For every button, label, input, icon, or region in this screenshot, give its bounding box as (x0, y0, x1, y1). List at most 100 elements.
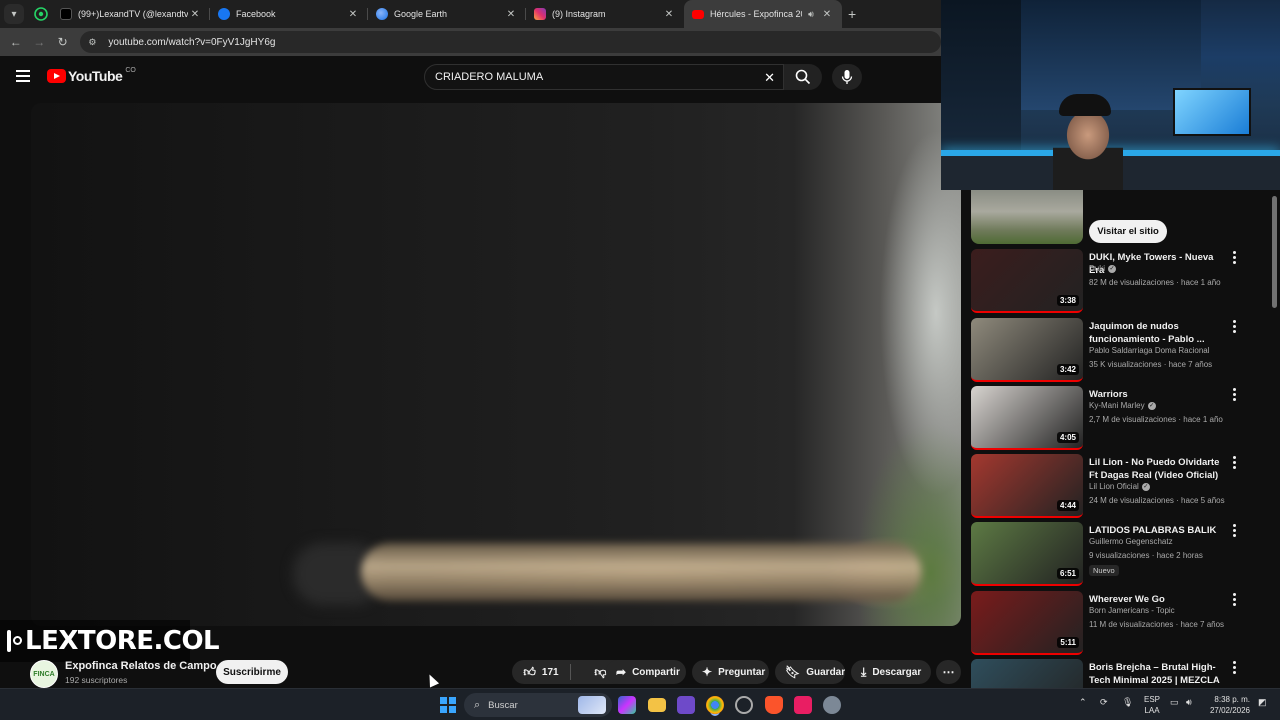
new-badge-wrap: Nuevo (1089, 565, 1119, 576)
video-channel[interactable]: Ky-Mani Marley ✓ (1089, 401, 1156, 410)
channel-avatar[interactable]: FINCA (30, 660, 58, 688)
recommended-video-card[interactable]: 4:05 Warriors Ky-Mani Marley ✓ 2,7 M de visu… (971, 386, 1261, 450)
channel-name[interactable]: Expofinca Relatos de Campo (65, 660, 217, 672)
video-title[interactable]: Jaquimon de nudos funcionamiento - Pablo… (1089, 320, 1223, 346)
share-button[interactable]: ➦ Compartir (606, 660, 686, 684)
back-arrow-icon[interactable]: ← (4, 35, 27, 49)
twitch-studio-icon[interactable] (677, 696, 695, 714)
taskbar-search-placeholder: Buscar (488, 699, 518, 711)
ask-button[interactable]: ✦ Preguntar (692, 660, 769, 684)
search-button[interactable] (784, 64, 822, 90)
sync-icon[interactable]: ⟳ (1100, 697, 1108, 708)
language-indicator[interactable]: ESP LAA (1140, 694, 1164, 716)
menu-icon[interactable] (16, 70, 30, 85)
save-button[interactable]: 🔖︎ Guardar (775, 660, 845, 684)
close-tab-icon[interactable]: ✕ (188, 9, 202, 20)
more-options-icon[interactable] (1229, 593, 1239, 608)
video-title[interactable]: LATIDOS PALABRAS BALIK (1089, 524, 1223, 537)
clear-search-icon[interactable]: ✕ (764, 70, 775, 86)
recommended-video-card[interactable]: 4:44 Lil Lion - No Puedo Olvidarte Ft Dag… (971, 454, 1261, 518)
url-text: youtube.com/watch?v=0FyV1JgHY6g (108, 36, 276, 48)
video-title[interactable]: Boris Brejcha – Brutal High-Tech Minimal… (1089, 661, 1223, 687)
more-options-icon[interactable] (1229, 251, 1239, 266)
tab-facebook[interactable]: Facebook ✕ (210, 0, 368, 28)
browser-toolbar: ← → ↻ ⚙ youtube.com/watch?v=0FyV1JgHY6g (0, 28, 942, 56)
video-thumbnail[interactable]: 3:42 (971, 318, 1083, 382)
video-channel[interactable]: Pablo Saldarriaga Doma Racional (1089, 346, 1210, 355)
volume-icon[interactable]: 🔊︎ (1186, 697, 1192, 708)
bookmark-icon: 🔖︎ (785, 665, 801, 679)
close-tab-icon[interactable]: ✕ (662, 9, 676, 20)
like-button[interactable]: 👍︎ 171 (512, 665, 570, 680)
video-thumbnail[interactable]: 4:44 (971, 454, 1083, 518)
settings-gear-icon[interactable] (823, 696, 841, 714)
search-input[interactable]: CRIADERO MALUMA ✕ (424, 64, 784, 90)
recommended-video-card[interactable]: 6:51 LATIDOS PALABRAS BALIK Guillermo Gege… (971, 522, 1261, 586)
voice-search-button[interactable] (832, 64, 862, 90)
logo-text: YouTube (68, 68, 123, 84)
sidebar-scrollbar[interactable] (1272, 196, 1277, 308)
video-channel[interactable]: Duki ✓ (1089, 264, 1117, 273)
ad-thumbnail[interactable] (971, 190, 1083, 244)
more-options-icon[interactable] (1229, 456, 1239, 471)
recommended-video-card[interactable]: 5:11 Wherever We Go Born Jamericans - Topi… (971, 591, 1261, 655)
youtube-logo[interactable]: YouTube CO (47, 67, 136, 84)
recommended-video-card[interactable]: 3:38 DUKI, Myke Towers - Nueva Era Duki ✓ 82… (971, 249, 1261, 313)
visit-site-button[interactable]: Visitar el sitio (1089, 220, 1167, 243)
more-options-icon[interactable] (1229, 524, 1239, 539)
video-thumbnail[interactable]: 3:38 (971, 249, 1083, 313)
reload-icon[interactable]: ↻ (51, 35, 74, 49)
more-options-icon[interactable] (1229, 320, 1239, 335)
tab-instagram[interactable]: (9) Instagram ✕ (526, 0, 684, 28)
windows-start-icon[interactable] (440, 697, 456, 713)
microphone-icon[interactable]: 🎙︎ (1122, 697, 1133, 708)
obs-icon[interactable] (735, 696, 753, 714)
video-stats: 24 M de visualizaciones · hace 5 años (1089, 496, 1225, 505)
more-actions-button[interactable]: ⋯ (936, 660, 961, 684)
brave-icon[interactable] (765, 696, 783, 714)
tab-google-earth[interactable]: Google Earth ✕ (368, 0, 526, 28)
new-tab-button[interactable]: + (848, 6, 856, 22)
speaker-icon[interactable]: 🔊︎ (802, 9, 820, 20)
network-icon[interactable]: ▭ (1170, 697, 1179, 708)
video-channel[interactable]: Born Jamericans - Topic (1089, 606, 1175, 615)
more-options-icon[interactable] (1229, 388, 1239, 403)
system-clock[interactable]: 8:38 p. m. 27/02/2026 (1208, 694, 1250, 716)
video-player[interactable] (31, 103, 961, 626)
download-button[interactable]: ⤓ Descargar (851, 660, 931, 684)
subscribe-button[interactable]: Suscribirme (216, 660, 288, 684)
file-explorer-icon[interactable] (648, 698, 666, 712)
video-title[interactable]: Lil Lion - No Puedo Olvidarte Ft Dagas R… (1089, 456, 1223, 482)
close-tab-icon[interactable]: ✕ (504, 9, 518, 20)
copilot-icon[interactable] (618, 696, 636, 714)
site-info-icon[interactable]: ⚙ (88, 37, 102, 48)
tab-youtube-active[interactable]: Hércules - Expofinca 2019 🔊︎ ✕ (684, 0, 842, 28)
video-thumbnail[interactable]: 5:11 (971, 591, 1083, 655)
tiktok-icon[interactable] (794, 696, 812, 714)
forward-arrow-icon[interactable]: → (27, 35, 50, 49)
tab-tiktok[interactable]: (99+)LexandTV (@lexandtv) | TikTok ✕ (52, 0, 210, 28)
whatsapp-pinned-tab[interactable] (30, 3, 52, 25)
video-thumbnail[interactable]: 4:05 (971, 386, 1083, 450)
video-title[interactable]: Warriors (1089, 388, 1223, 401)
mouse-cursor (424, 672, 440, 688)
close-tab-icon[interactable]: ✕ (346, 9, 360, 20)
chevron-up-icon[interactable]: ⌃ (1079, 697, 1087, 708)
tab-search-button[interactable]: ▾ (4, 4, 24, 24)
video-channel[interactable]: Lil Lion Oficial ✓ (1089, 482, 1150, 491)
video-title[interactable]: Wherever We Go (1089, 593, 1223, 606)
video-channel[interactable]: Guillermo Gegenschatz (1089, 537, 1173, 546)
duration-badge: 5:11 (1057, 637, 1079, 648)
taskbar-search[interactable]: ⌕ Buscar (464, 693, 612, 717)
notification-icon[interactable]: ◩ (1258, 697, 1267, 708)
verified-icon: ✓ (1141, 482, 1150, 491)
clock-date: 27/02/2026 (1209, 706, 1250, 715)
address-bar[interactable]: ⚙ youtube.com/watch?v=0FyV1JgHY6g (80, 31, 942, 53)
recommended-video-card[interactable]: 3:42 Jaquimon de nudos funcionamiento - P… (971, 318, 1261, 382)
video-thumbnail[interactable]: 6:51 (971, 522, 1083, 586)
more-options-icon[interactable] (1229, 661, 1239, 676)
lang-line1: ESP (1143, 695, 1160, 704)
streamer-hair (1059, 94, 1111, 116)
close-tab-icon[interactable]: ✕ (820, 9, 834, 20)
chrome-icon[interactable] (706, 696, 724, 714)
